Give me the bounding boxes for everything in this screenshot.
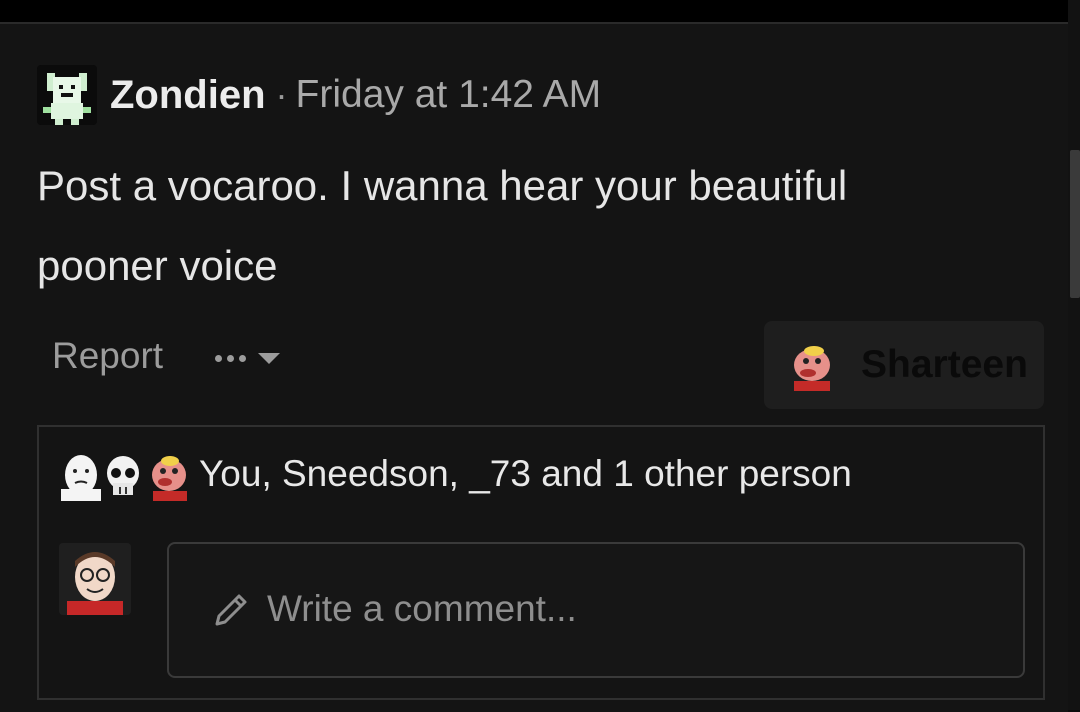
header-separator: · (275, 74, 288, 115)
post-body-line: Post a vocaroo. I wanna hear your beauti… (37, 162, 848, 209)
top-bar (0, 0, 1068, 22)
skull-icon (107, 456, 139, 495)
reaction-button[interactable]: Sharteen (764, 321, 1044, 409)
comment-placeholder: Write a comment... (267, 588, 577, 629)
scrollbar-thumb[interactable] (1070, 150, 1080, 298)
scrollbar-track[interactable] (1068, 0, 1080, 710)
more-options-button[interactable] (215, 338, 295, 378)
reaction-label: Sharteen (861, 343, 1028, 386)
sharteen-emoji-icon (794, 346, 830, 391)
comment-input[interactable]: Write a comment... (167, 542, 1025, 678)
pixel-dog-icon (37, 65, 97, 125)
chevron-down-icon (258, 352, 280, 364)
post-body: Post a vocaroo. I wanna hear your beauti… (37, 146, 957, 306)
post-timestamp[interactable]: Friday at 1:42 AM (296, 73, 602, 117)
report-link[interactable]: Report (52, 335, 163, 377)
reactions-summary-text[interactable]: You, Sneedson, _73 and 1 other person (199, 453, 852, 495)
post-body-line: pooner voice (37, 242, 278, 289)
pencil-icon (215, 594, 247, 626)
reactions-summary-bar[interactable]: You, Sneedson, _73 and 1 other person (37, 425, 1045, 525)
comment-section: Write a comment... (37, 523, 1045, 700)
reactor-avatars (61, 455, 187, 501)
author-name[interactable]: Zondien (110, 73, 266, 118)
ellipsis-icon (215, 354, 246, 362)
author-avatar[interactable] (37, 65, 97, 125)
post-header: Zondien · Friday at 1:42 AM (110, 70, 601, 120)
user-avatar-icon (59, 543, 131, 615)
user-avatar[interactable] (59, 543, 131, 615)
sharteen-emoji-icon (152, 456, 187, 501)
wojak-face-icon (61, 455, 101, 501)
